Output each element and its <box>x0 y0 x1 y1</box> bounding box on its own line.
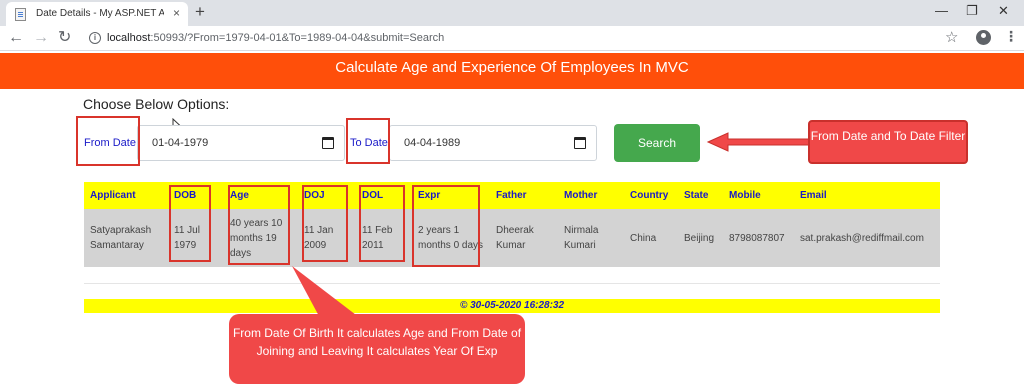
close-window-icon[interactable]: ✕ <box>998 3 1009 19</box>
highlight-box-dol <box>359 185 405 262</box>
table-header-row: Applicant DOB Age DOJ DOL Expr Father Mo… <box>84 182 940 209</box>
tab-title: Date Details - My ASP.NET Application <box>36 8 164 19</box>
cell-applicant: Satyaprakash Samantaray <box>84 209 168 267</box>
address-bar: ← → ↻ i localhost:50993/?From=1979-04-01… <box>0 26 1024 51</box>
highlight-box-expr <box>412 185 480 267</box>
col-father: Father <box>490 182 558 209</box>
browser-tab-strip: Date Details - My ASP.NET Application × … <box>0 0 1024 26</box>
new-tab-icon[interactable]: + <box>195 2 205 22</box>
calculation-callout: From Date Of Birth It calculates Age and… <box>229 314 525 384</box>
col-mother: Mother <box>558 182 624 209</box>
callout-arrow-left <box>706 132 811 152</box>
url-field[interactable]: i localhost:50993/?From=1979-04-01&To=19… <box>80 28 970 49</box>
browser-menu-icon[interactable]: ⋮ <box>1004 28 1018 45</box>
highlight-box-to-label <box>346 118 390 164</box>
employee-table: Applicant DOB Age DOJ DOL Expr Father Mo… <box>84 182 940 267</box>
to-date-input[interactable]: 04-04-1989 <box>389 125 597 161</box>
site-info-icon[interactable]: i <box>89 32 101 44</box>
page-banner: Calculate Age and Experience Of Employee… <box>0 53 1024 89</box>
minimize-icon[interactable]: — <box>935 3 948 19</box>
close-tab-icon[interactable]: × <box>173 6 180 20</box>
filter-callout: From Date and To Date Filter <box>808 120 968 164</box>
search-button[interactable]: Search <box>614 124 700 162</box>
footer-timestamp: © 30-05-2020 16:28:32 <box>84 299 940 313</box>
divider <box>84 283 940 284</box>
col-email: Email <box>794 182 940 209</box>
col-country: Country <box>624 182 678 209</box>
back-icon[interactable]: ← <box>8 28 24 48</box>
highlight-box-doj <box>302 185 348 262</box>
col-mobile: Mobile <box>723 182 794 209</box>
col-applicant: Applicant <box>84 182 168 209</box>
cell-email: sat.prakash@rediffmail.com <box>794 209 940 267</box>
reload-icon[interactable]: ↻ <box>58 28 71 48</box>
url-path: :50993/?From=1979-04-01&To=1989-04-04&su… <box>150 32 445 44</box>
browser-tab[interactable]: Date Details - My ASP.NET Application × <box>6 2 188 26</box>
cell-mother: Nirmala Kumari <box>558 209 624 267</box>
highlight-box-dob <box>169 185 211 262</box>
profile-avatar-icon[interactable] <box>976 30 991 45</box>
restore-icon[interactable]: ❐ <box>966 3 978 19</box>
cell-state: Beijing <box>678 209 723 267</box>
cell-mobile: 8798087807 <box>723 209 794 267</box>
calendar-icon[interactable] <box>322 137 334 149</box>
callout-pointer <box>292 266 360 318</box>
highlight-box-age <box>228 185 290 265</box>
cell-country: China <box>624 209 678 267</box>
from-date-value: 01-04-1979 <box>152 137 209 149</box>
page-favicon-icon <box>15 8 26 21</box>
calendar-icon[interactable] <box>574 137 586 149</box>
from-date-input[interactable]: 01-04-1979 <box>137 125 345 161</box>
url-host: localhost <box>107 32 151 44</box>
url-text: localhost:50993/?From=1979-04-01&To=1989… <box>107 32 444 44</box>
to-date-value: 04-04-1989 <box>404 137 461 149</box>
col-state: State <box>678 182 723 209</box>
highlight-box-from-label <box>76 116 140 166</box>
table-row: Satyaprakash Samantaray 11 Jul 1979 40 y… <box>84 209 940 267</box>
choose-options-label: Choose Below Options: <box>83 96 230 112</box>
cell-father: Dheerak Kumar <box>490 209 558 267</box>
forward-icon[interactable]: → <box>33 28 49 48</box>
bookmark-star-icon[interactable]: ☆ <box>945 28 958 46</box>
